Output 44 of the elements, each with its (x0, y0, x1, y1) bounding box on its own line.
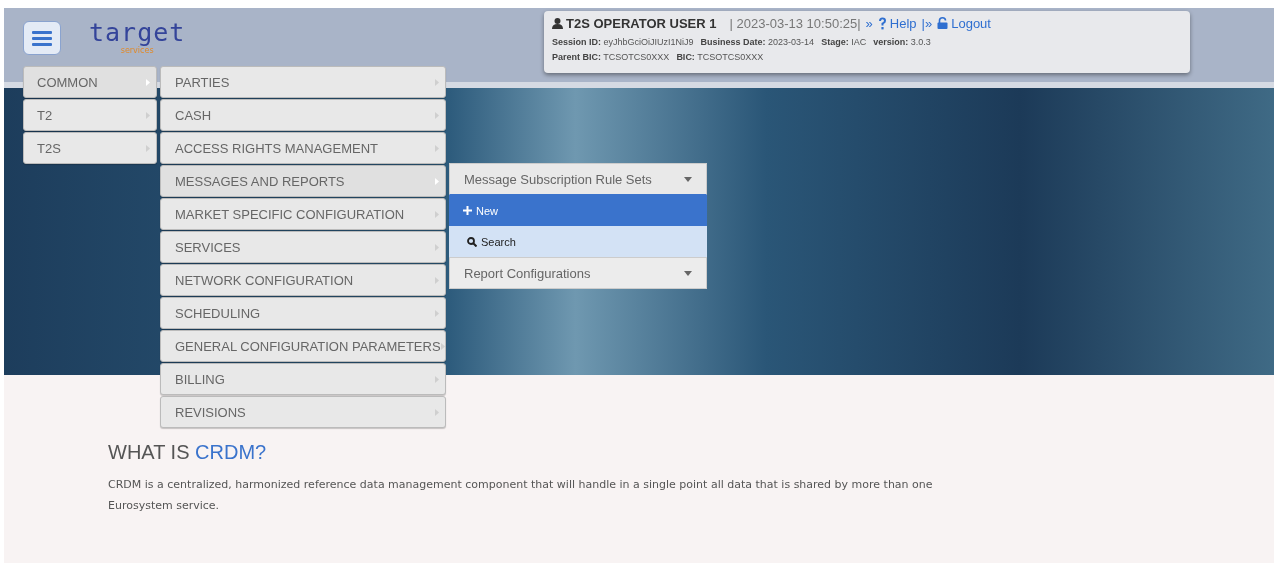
menu-item[interactable]: CASH (160, 99, 446, 131)
menu-button[interactable] (23, 21, 61, 55)
menu-item[interactable]: T2 (23, 99, 157, 131)
menu-icon (32, 30, 52, 46)
session-detail: Session ID: eyJhbGciOiJIUzI1NiJ9 (552, 37, 694, 47)
menu-item[interactable]: ACCESS RIGHTS MANAGEMENT (160, 132, 446, 164)
session-detail: BIC: TCSOTCS0XXX (676, 52, 764, 62)
menu-item[interactable]: NETWORK CONFIGURATION (160, 264, 446, 296)
session-detail: version: 3.0.3 (873, 37, 931, 47)
logo-tagline: services (120, 46, 154, 55)
menu-action[interactable]: New (449, 195, 707, 226)
menu-item[interactable]: MARKET SPECIFIC CONFIGURATION (160, 198, 446, 230)
menu-item[interactable]: PARTIES (160, 66, 446, 98)
description-text: CRDM is a centralized, harmonized reference data management component that will handle in a single point all data that is shared by more than one Eurosystem service. (108, 477, 934, 514)
caret-down-icon (684, 176, 692, 182)
logo-text: target (89, 21, 186, 45)
lock-icon (937, 17, 949, 29)
menu-item[interactable]: MESSAGES AND REPORTS (160, 165, 446, 197)
logout-link[interactable]: Logout (937, 15, 991, 31)
section-heading: WHAT IS CRDM? (108, 441, 268, 464)
menu-item[interactable]: T2S (23, 132, 157, 164)
menu-item[interactable]: REVISIONS (160, 396, 446, 428)
plus-icon (463, 206, 472, 215)
separator: |» (921, 15, 933, 31)
menu-item[interactable]: SCHEDULING (160, 297, 446, 329)
user-icon (552, 17, 563, 29)
search-icon (467, 236, 477, 247)
caret-down-icon (684, 270, 692, 276)
user-name: T2S OPERATOR USER 1 (566, 15, 717, 31)
help-icon (877, 16, 887, 30)
submenu-group[interactable]: Report Configurations (449, 257, 707, 289)
session-detail: Parent BIC: TCSOTCS0XXX (552, 52, 670, 62)
menu-item[interactable]: BILLING (160, 363, 446, 395)
separator: » (865, 15, 873, 31)
menu-item[interactable]: SERVICES (160, 231, 446, 263)
session-detail: Business Date: 2023-03-14 (700, 37, 815, 47)
help-link[interactable]: Help (877, 15, 917, 31)
date-time: | 2023-03-13 10:50:25| (729, 15, 861, 31)
menu-item[interactable]: GENERAL CONFIGURATION PARAMETERS (160, 330, 446, 362)
menu-item[interactable]: COMMON (23, 66, 157, 98)
session-detail: Stage: IAC (821, 37, 867, 47)
submenu-group[interactable]: Message Subscription Rule Sets (449, 163, 707, 195)
menu-action[interactable]: Search (449, 226, 707, 257)
caret-right-icon (440, 342, 445, 350)
